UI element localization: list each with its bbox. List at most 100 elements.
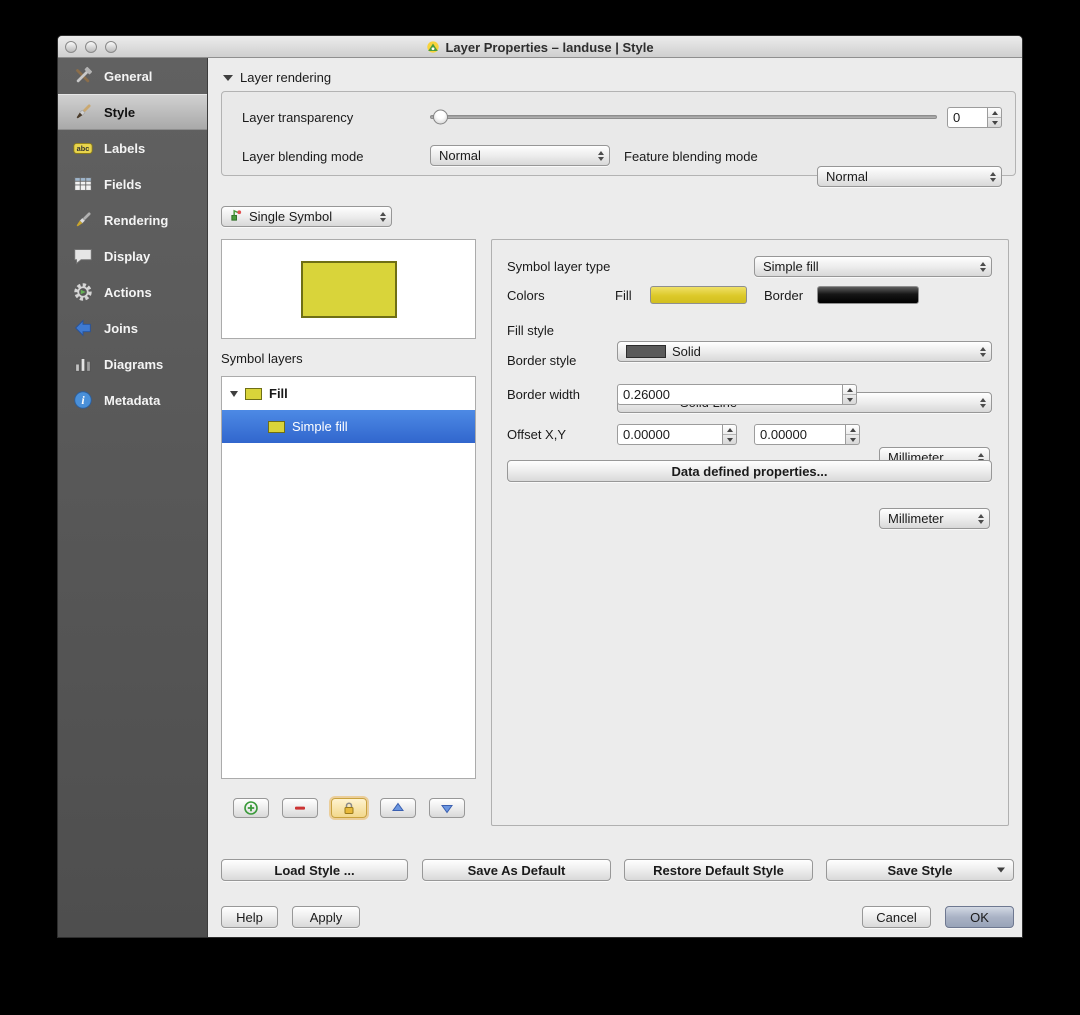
spin-up-button[interactable]: [988, 108, 1001, 118]
save-style-label: Save Style: [887, 862, 953, 878]
spin-down-button[interactable]: [723, 435, 736, 444]
symbol-layer-type-select[interactable]: Simple fill: [754, 256, 992, 277]
ok-button[interactable]: OK: [945, 906, 1014, 928]
help-button[interactable]: Help: [221, 906, 278, 928]
metadata-info-icon: i: [70, 388, 96, 412]
layer-transparency-spinbox: 0: [947, 107, 1002, 128]
move-down-button[interactable]: [429, 798, 465, 818]
save-as-default-button[interactable]: Save As Default: [422, 859, 611, 881]
fill-color-button[interactable]: [650, 286, 747, 304]
layer-properties-window: Layer Properties – landuse | Style Gener…: [57, 35, 1023, 938]
load-style-button[interactable]: Load Style ...: [221, 859, 408, 881]
single-symbol-icon: [230, 209, 243, 225]
symbol-layers-tree: Fill Simple fill: [221, 376, 476, 779]
spin-down-button[interactable]: [988, 118, 1001, 127]
spin-down-button[interactable]: [846, 435, 859, 444]
offset-x-field[interactable]: 0.00000: [617, 424, 723, 445]
sidebar-item-label: Actions: [104, 284, 152, 300]
actions-gear-icon: [70, 280, 96, 304]
add-symbol-layer-button[interactable]: [233, 798, 269, 818]
layer-rendering-title: Layer rendering: [240, 70, 332, 85]
select-arrows-icon: [980, 397, 986, 408]
sidebar-item-actions[interactable]: Actions: [58, 274, 207, 310]
layer-blending-mode-label: Layer blending mode: [242, 149, 364, 164]
spin-up-button[interactable]: [846, 425, 859, 435]
sidebar-item-label: Labels: [104, 140, 146, 156]
collapse-triangle-icon[interactable]: [223, 74, 233, 81]
minus-icon: [295, 806, 305, 810]
colors-label: Colors: [507, 288, 545, 303]
save-style-button[interactable]: Save Style: [826, 859, 1014, 881]
joins-arrow-icon: [70, 316, 96, 340]
sidebar-item-label: Fields: [104, 176, 142, 192]
offset-x-spinbox: 0.00000: [617, 424, 737, 445]
select-arrows-icon: [980, 261, 986, 272]
restore-default-style-button[interactable]: Restore Default Style: [624, 859, 813, 881]
renderer-select[interactable]: Single Symbol: [221, 206, 392, 227]
fill-color-label: Fill: [615, 288, 632, 303]
qgis-logo-icon: [426, 40, 440, 54]
lock-icon: [344, 802, 354, 814]
layer-transparency-value-field[interactable]: 0: [947, 107, 988, 128]
border-width-field[interactable]: 0.26000: [617, 384, 843, 405]
border-color-button[interactable]: [817, 286, 919, 304]
spin-up-button[interactable]: [843, 385, 856, 395]
fill-style-label: Fill style: [507, 323, 554, 338]
offset-unit-value: Millimeter: [888, 511, 944, 526]
slider-thumb[interactable]: [433, 109, 448, 125]
select-arrows-icon: [990, 171, 996, 182]
move-up-button[interactable]: [380, 798, 416, 818]
offset-y-field[interactable]: 0.00000: [754, 424, 846, 445]
sidebar-item-style[interactable]: Style: [58, 94, 207, 130]
remove-symbol-layer-button[interactable]: [282, 798, 318, 818]
layer-blending-mode-value: Normal: [439, 148, 481, 163]
lock-color-button[interactable]: [331, 798, 367, 818]
feature-blending-mode-select[interactable]: Normal: [817, 166, 1002, 187]
sidebar-item-joins[interactable]: Joins: [58, 310, 207, 346]
help-label: Help: [236, 909, 263, 925]
symbol-layer-type-value: Simple fill: [763, 259, 819, 274]
offset-y-spinbox: 0.00000: [754, 424, 860, 445]
spin-down-button[interactable]: [843, 395, 856, 404]
tree-row-simple-fill-label: Simple fill: [292, 419, 348, 434]
symbol-layers-label: Symbol layers: [221, 351, 303, 366]
fill-swatch-icon: [245, 387, 262, 400]
tree-row-simple-fill[interactable]: Simple fill: [222, 410, 475, 443]
layer-transparency-slider[interactable]: [430, 109, 937, 125]
select-arrows-icon: [980, 346, 986, 357]
data-defined-properties-button[interactable]: Data defined properties...: [507, 460, 992, 482]
save-style-dropdown-icon[interactable]: [997, 867, 1005, 873]
sidebar-item-fields[interactable]: Fields: [58, 166, 207, 202]
cancel-button[interactable]: Cancel: [862, 906, 931, 928]
sidebar-item-labels[interactable]: abc Labels: [58, 130, 207, 166]
content: Layer rendering Layer transparency 0 Lay…: [208, 58, 1022, 937]
sidebar-item-diagrams[interactable]: Diagrams: [58, 346, 207, 382]
tree-expand-triangle-icon[interactable]: [230, 390, 238, 397]
restore-default-style-label: Restore Default Style: [653, 862, 784, 878]
spin-up-button[interactable]: [723, 425, 736, 435]
layer-blending-mode-select[interactable]: Normal: [430, 145, 610, 166]
load-style-label: Load Style ...: [274, 862, 355, 878]
sidebar-item-rendering[interactable]: Rendering: [58, 202, 207, 238]
sidebar-item-label: Diagrams: [104, 356, 164, 372]
apply-button[interactable]: Apply: [292, 906, 360, 928]
general-icon: [70, 64, 96, 88]
sidebar-item-general[interactable]: General: [58, 58, 207, 94]
titlebar[interactable]: Layer Properties – landuse | Style: [58, 36, 1022, 58]
plus-icon: [244, 801, 258, 815]
border-width-spinbox: 0.26000: [617, 384, 857, 405]
sidebar-item-metadata[interactable]: i Metadata: [58, 382, 207, 418]
tree-row-fill[interactable]: Fill: [222, 377, 475, 410]
sidebar-item-display[interactable]: Display: [58, 238, 207, 274]
feature-blending-mode-label: Feature blending mode: [624, 149, 758, 164]
spin-stepper: [988, 107, 1002, 128]
spin-stepper: [723, 424, 737, 445]
svg-text:abc: abc: [77, 144, 90, 153]
offset-unit-select[interactable]: Millimeter: [879, 508, 990, 529]
spin-stepper: [846, 424, 860, 445]
sidebar-item-label: Display: [104, 248, 151, 264]
layer-rendering-box: Layer transparency 0 Layer blending mode…: [221, 91, 1016, 187]
save-as-default-label: Save As Default: [467, 862, 566, 878]
labels-icon: abc: [70, 136, 96, 160]
fill-style-select[interactable]: Solid: [617, 341, 992, 362]
